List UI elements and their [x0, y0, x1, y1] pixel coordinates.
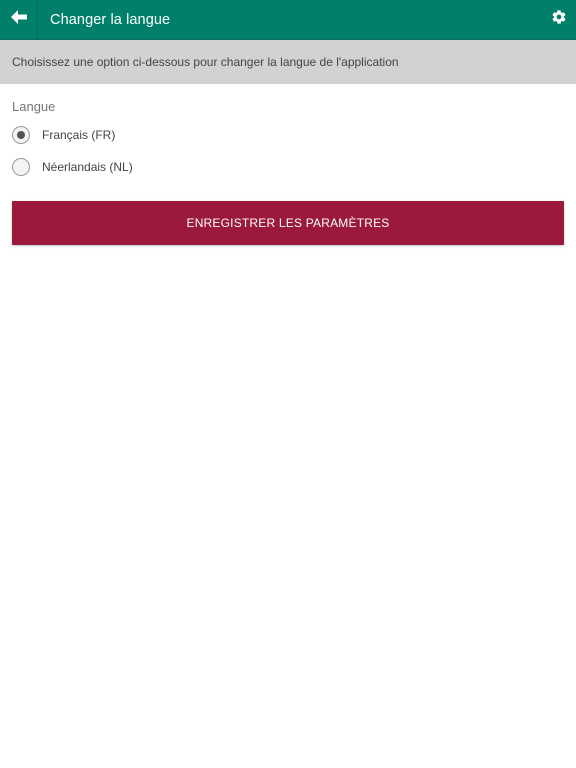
app-root: Changer la langue Choisissez une option …: [0, 0, 576, 768]
top-app-bar: Changer la langue: [0, 0, 576, 40]
gear-icon: [551, 9, 567, 30]
radio-option-french[interactable]: Français (FR): [12, 126, 115, 144]
radio-option-dutch[interactable]: Néerlandais (NL): [12, 158, 133, 176]
radio-button-dutch[interactable]: [12, 158, 30, 176]
back-button[interactable]: [0, 0, 38, 40]
settings-button[interactable]: [542, 0, 576, 40]
radio-label-french: Français (FR): [42, 128, 116, 142]
radio-selected-dot: [17, 131, 25, 139]
radio-button-french[interactable]: [12, 126, 30, 144]
language-section-label: Langue: [12, 99, 56, 114]
page-title: Changer la langue: [50, 11, 171, 28]
info-banner: Choisissez une option ci-dessous pour ch…: [0, 40, 576, 84]
radio-label-dutch: Néerlandais (NL): [42, 160, 133, 174]
arrow-left-icon: [10, 10, 27, 29]
save-settings-button[interactable]: ENREGISTRER LES PARAMÈTRES: [12, 201, 564, 245]
banner-text: Choisissez une option ci-dessous pour ch…: [12, 55, 399, 69]
